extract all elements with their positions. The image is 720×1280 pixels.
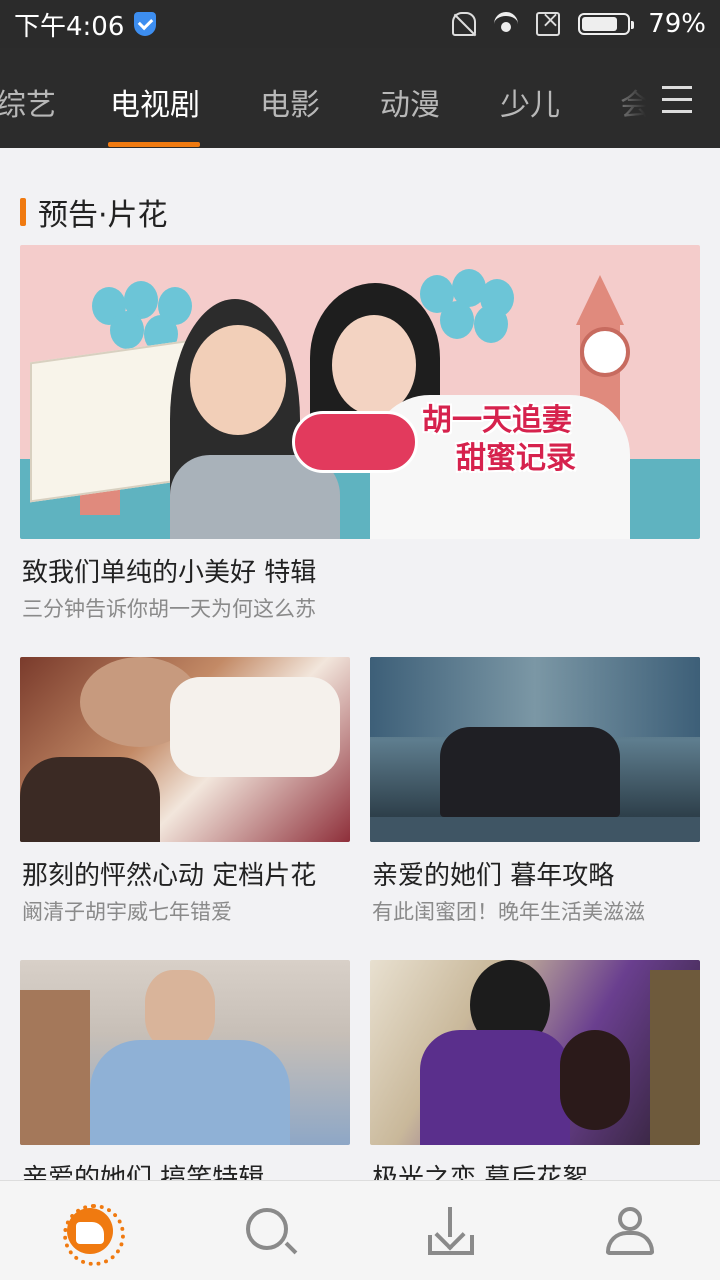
hero-subtitle: 三分钟告诉你胡一天为何这么苏 [22,597,316,621]
active-tab-indicator [108,142,200,147]
video-title[interactable]: 亲爱的她们 搞笑特辑 [22,1158,264,1180]
balloon [474,305,508,343]
video-title[interactable]: 亲爱的她们 暮年攻略 [372,855,614,892]
hero-title[interactable]: 致我们单纯的小美好 特辑 [22,552,316,589]
tower-roof [576,275,624,325]
section-accent-bar [20,198,26,226]
tab-anime[interactable]: 动漫 [380,80,440,124]
group-figures [440,727,620,817]
figure [170,677,340,777]
tab-movies[interactable]: 电影 [260,80,320,124]
floor [370,817,700,842]
bottom-nav [0,1180,720,1280]
status-time: 下午4:06 [14,11,125,42]
figure-jacket [420,1030,570,1145]
figure [560,1030,630,1130]
menu-icon[interactable] [646,48,720,148]
balloon [440,301,474,339]
video-thumbnail[interactable] [370,657,700,842]
battery-icon [578,13,635,35]
video-subtitle: 有此闺蜜团！晚年生活美滋滋 [372,900,645,924]
content-feed[interactable]: 预告·片花 胡一天追妻 甜蜜记录 致我们单纯的小美好 特辑 三分钟告诉你胡一天为… [0,148,720,1180]
balloon [110,311,144,349]
home-icon[interactable] [63,1204,125,1266]
download-icon[interactable] [428,1207,474,1255]
mute-icon [452,12,477,36]
wifi-icon [494,12,519,36]
shield-icon [134,12,157,36]
category-tabs: 综艺 电视剧 电影 动漫 少儿 会 [0,48,720,148]
hero-badge-line2: 甜蜜记录 [456,441,576,476]
video-thumbnail[interactable] [370,960,700,1145]
tab-kids[interactable]: 少儿 [500,80,560,124]
hero-thumbnail[interactable]: 胡一天追妻 甜蜜记录 [20,245,700,539]
clock-face [580,327,630,377]
figure [650,970,700,1145]
nav-home[interactable] [0,1181,180,1280]
video-subtitle: 阚清子胡宇威七年错爱 [22,900,232,924]
boy-face [190,325,286,435]
tabs-fade [596,48,646,148]
nav-profile[interactable] [540,1181,720,1280]
status-bar: 下午4:06 79% [0,0,720,48]
building [370,657,700,737]
section-title: 预告·片花 [38,198,168,233]
user-icon[interactable] [606,1207,654,1255]
nav-download[interactable] [360,1181,540,1280]
shelf [20,990,90,1145]
video-thumbnail[interactable] [20,657,350,842]
tab-variety[interactable]: 综艺 [0,80,56,124]
video-title[interactable]: 那刻的怦然心动 定档片花 [22,855,316,892]
no-sim-icon [536,8,561,36]
nav-search[interactable] [180,1181,360,1280]
show-logo [292,411,418,473]
figure [20,757,160,842]
officer-face [145,970,215,1050]
search-icon[interactable] [246,1208,288,1250]
uniform [90,1040,290,1145]
section-header: 预告·片花 [20,190,168,234]
battery-percent: 79% [648,9,706,39]
video-thumbnail[interactable] [20,960,350,1145]
video-title[interactable]: 极光之恋 幕后花絮 [372,1158,588,1180]
tab-tv-series[interactable]: 电视剧 [110,80,200,124]
